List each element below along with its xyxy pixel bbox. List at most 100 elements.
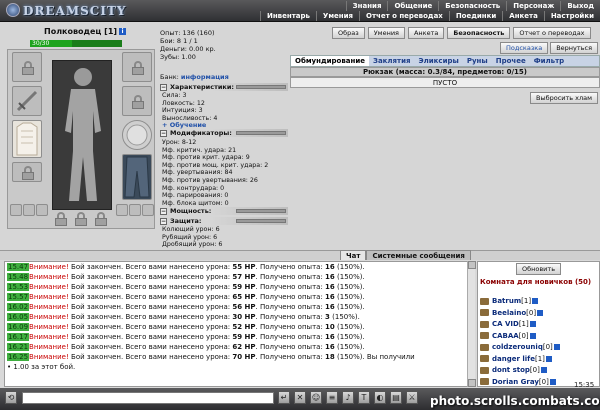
chat-message: 16.21Внимание! Бой закончен. Всего вами … <box>7 343 365 351</box>
chat-log[interactable]: 15.47Внимание! Бой закончен. Всего вами … <box>4 261 474 387</box>
scroll-up-icon[interactable] <box>468 261 476 269</box>
inventory-panel: Полководец [1] i 30/30 Опыт: 136 (160) Б… <box>0 22 600 250</box>
tab-other[interactable]: Прочее <box>492 56 530 66</box>
armor-slot[interactable] <box>12 120 42 158</box>
user-info-icon[interactable] <box>529 332 536 339</box>
menu-security[interactable]: Безопасность <box>438 1 506 11</box>
user-info-icon[interactable] <box>529 321 536 327</box>
earrings-slot[interactable] <box>122 52 152 82</box>
protection-header[interactable]: − Защита: <box>160 217 288 225</box>
scroll-down-icon[interactable] <box>468 379 476 387</box>
send-icon[interactable]: ↵ <box>278 391 290 404</box>
filter-icon[interactable]: ≡ <box>326 391 338 404</box>
boots-slot[interactable] <box>116 204 128 216</box>
room-user[interactable]: Beelaino[0] <box>480 308 544 318</box>
collapse-icon[interactable]: − <box>160 84 167 91</box>
room-user[interactable]: coldzerouniq[0] <box>480 342 560 352</box>
user-clan-icon <box>480 320 489 328</box>
user-info-icon[interactable] <box>540 367 547 373</box>
power-header[interactable]: − Мощность: <box>160 207 288 215</box>
gloves-slot[interactable] <box>129 204 141 216</box>
user-info-icon[interactable] <box>549 378 556 385</box>
chat-input[interactable] <box>22 392 274 404</box>
chat-mode-icon[interactable]: ⟲ <box>5 391 17 404</box>
room-user[interactable]: Batrum[1] <box>480 296 539 306</box>
room-panel: Обновить Комната для новичков (50) Batru… <box>477 261 600 387</box>
user-info-icon[interactable] <box>532 298 539 304</box>
belt-slot[interactable] <box>12 162 42 182</box>
drop-junk-button[interactable]: Выбросить хлам <box>530 92 599 104</box>
lock-icon <box>54 212 68 226</box>
menu-transfer-report[interactable]: Отчет о переводах <box>359 11 449 21</box>
return-button[interactable]: Вернуться <box>550 42 599 54</box>
profile-button[interactable]: Анкета <box>407 27 445 39</box>
transfer-report-button[interactable]: Отчет о переводах <box>513 27 591 39</box>
fight-icon[interactable]: ⚔ <box>406 391 418 404</box>
user-info-icon[interactable] <box>537 309 544 316</box>
log-icon[interactable]: ▤ <box>390 391 402 404</box>
skills-button[interactable]: Умения <box>367 27 405 39</box>
security-button[interactable]: Безопасность <box>447 27 511 39</box>
tab-equipment[interactable]: Обмундирование <box>291 56 369 66</box>
tab-filter[interactable]: Фильтр <box>530 56 568 66</box>
menu-settings[interactable]: Настройки <box>543 11 600 21</box>
shirt-icon <box>16 122 38 156</box>
protection-list: Колющий урон: 6 Рубящий урон: 6 Дробящий… <box>162 226 223 249</box>
amulet-slot[interactable] <box>122 86 152 116</box>
ring-slot-1[interactable] <box>10 204 22 216</box>
chat-scrollbar[interactable] <box>467 261 476 387</box>
image-button[interactable]: Образ <box>332 27 365 39</box>
bracer-slot[interactable] <box>142 204 154 216</box>
character-name[interactable]: Полководец [1] i <box>44 27 127 36</box>
user-clan-icon <box>480 343 489 351</box>
collapse-icon[interactable]: − <box>160 130 167 137</box>
logo-emblem-icon <box>6 3 20 17</box>
tab-spells[interactable]: Заклятия <box>369 56 415 66</box>
menu-knowledge[interactable]: Знания <box>345 1 388 11</box>
room-user[interactable]: CA VID[1] <box>480 319 536 329</box>
sound-icon[interactable]: ♪ <box>342 391 354 404</box>
weapon-slot[interactable] <box>12 86 42 116</box>
hint-button[interactable]: Подсказка <box>500 42 549 54</box>
user-info-icon[interactable] <box>545 355 552 362</box>
refresh-button[interactable]: Обновить <box>516 263 562 275</box>
ring-slot-3[interactable] <box>36 204 48 216</box>
menu-skills[interactable]: Умения <box>315 11 359 21</box>
pants-slot[interactable] <box>122 154 152 200</box>
shield-slot[interactable] <box>122 120 152 150</box>
ring-slot-2[interactable] <box>23 204 35 216</box>
menu-communication[interactable]: Общение <box>387 1 438 11</box>
lock-icon <box>131 95 145 109</box>
room-user[interactable]: Dorian Gray[0] <box>480 377 556 387</box>
tab-system-messages[interactable]: Системные сообщения <box>366 250 471 260</box>
info-icon[interactable]: i <box>119 28 127 35</box>
collapse-icon[interactable]: − <box>160 218 167 225</box>
clear-icon[interactable]: ✕ <box>294 391 306 404</box>
helmet-slot[interactable] <box>12 52 42 82</box>
menu-character[interactable]: Персонаж <box>506 1 560 11</box>
modifiers-header[interactable]: − Модификаторы: <box>160 129 288 137</box>
color-icon[interactable]: ◐ <box>374 391 386 404</box>
menu-inventory[interactable]: Инвентарь <box>259 11 316 21</box>
menu-profile[interactable]: Анкета <box>502 11 544 21</box>
bank-info-link[interactable]: информация <box>181 73 229 81</box>
tab-chat[interactable]: Чат <box>340 250 367 260</box>
menu-exit[interactable]: Выход <box>560 1 600 11</box>
expand-icon[interactable]: − <box>160 208 167 215</box>
room-user[interactable]: dont stop[0] <box>480 365 547 375</box>
character-silhouette-icon <box>65 68 101 201</box>
experience-value: Опыт: 136 (160) <box>160 29 215 37</box>
tab-elixirs[interactable]: Эликсиры <box>415 56 463 66</box>
room-user[interactable]: danger life[1] <box>480 354 552 364</box>
tab-runes[interactable]: Руны <box>463 56 492 66</box>
bank-row: Банк: информация <box>160 73 229 81</box>
smile-icon[interactable]: ☺ <box>310 391 322 404</box>
menu-duels[interactable]: Поединки <box>448 11 502 21</box>
characteristics-header[interactable]: − Характеристики: <box>160 83 288 91</box>
translit-icon[interactable]: T <box>358 391 370 404</box>
room-user[interactable]: CABAA[0] <box>480 331 536 341</box>
chat-message: 16.17Внимание! Бой закончен. Всего вами … <box>7 333 365 341</box>
training-link[interactable]: + Обучение <box>162 121 206 129</box>
lock-icon <box>21 166 35 180</box>
user-info-icon[interactable] <box>553 344 560 350</box>
